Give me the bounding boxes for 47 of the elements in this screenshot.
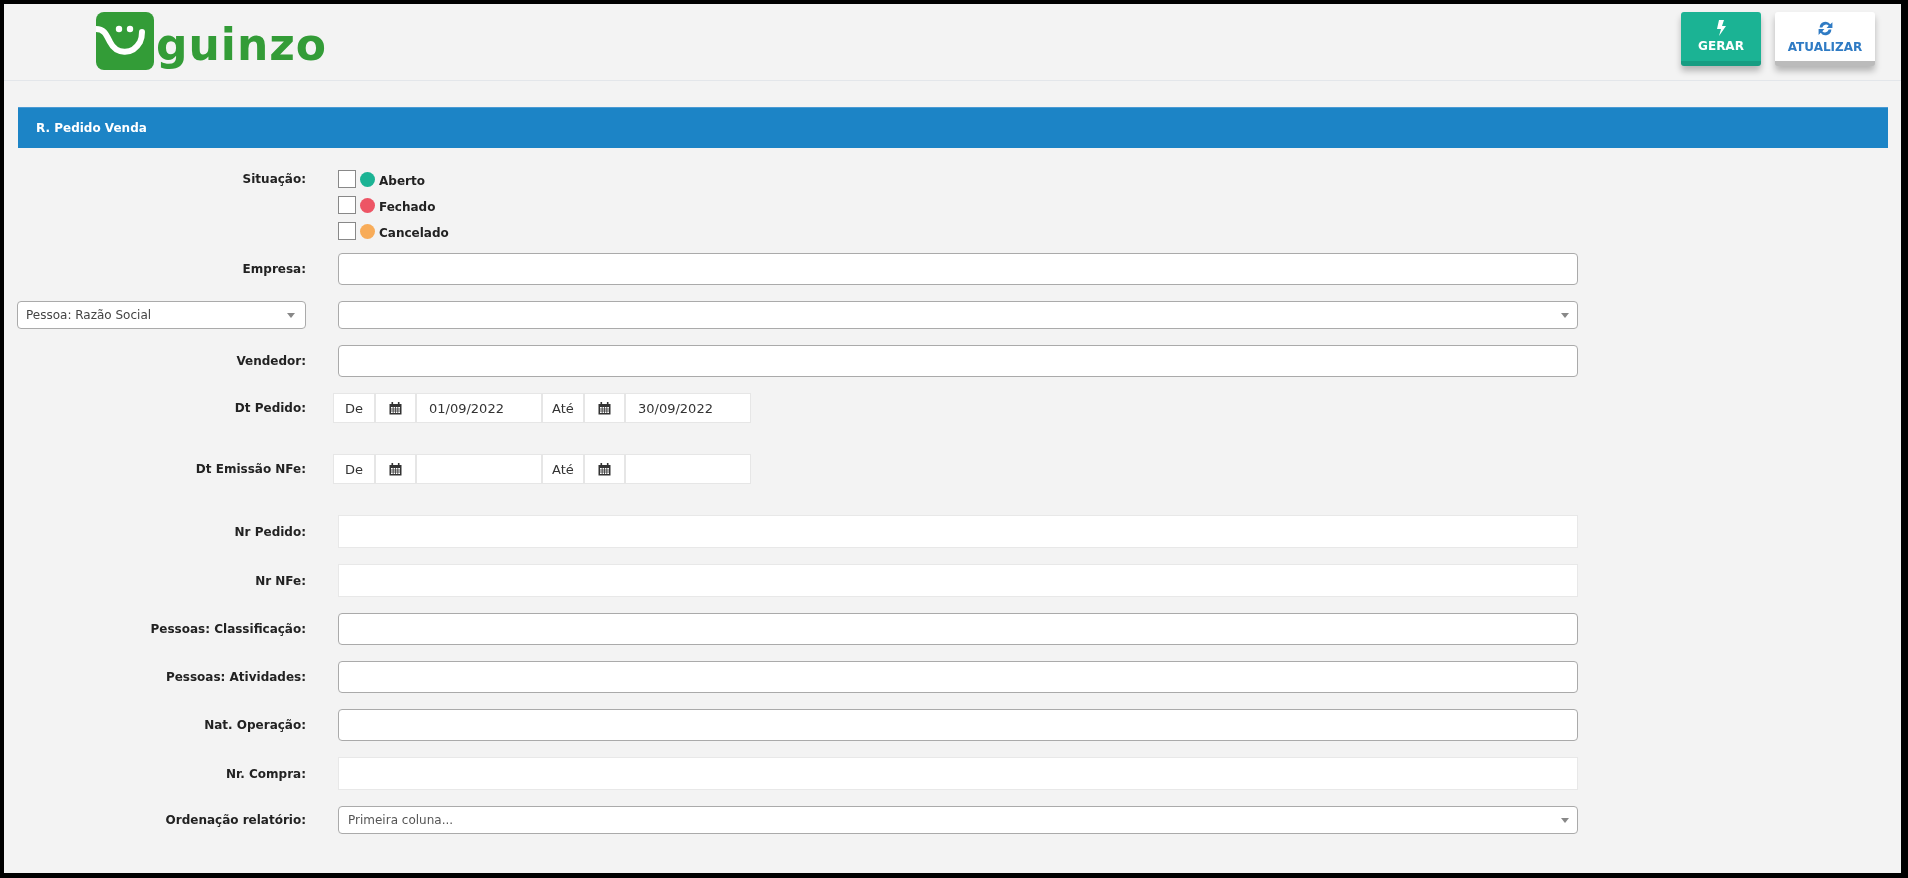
range-end-label: Até (542, 393, 584, 423)
date-field[interactable] (416, 454, 542, 484)
checkbox[interactable] (338, 196, 356, 214)
field-label: Situação: (242, 172, 306, 186)
caret-icon (1561, 817, 1569, 823)
field-label: Nr. Compra: (226, 766, 306, 781)
dropdown-field[interactable]: Primeira coluna... (338, 806, 1578, 834)
calendar-icon[interactable] (598, 462, 611, 476)
panel-title: R. Pedido Venda (36, 121, 147, 135)
refresh-button[interactable]: ATUALIZAR (1775, 12, 1875, 66)
field-label: Empresa: (242, 262, 306, 276)
field-label: Vendedor: (236, 354, 306, 368)
field-label: Nr NFe: (255, 573, 306, 588)
date-field[interactable]: 30/09/2022 (625, 393, 751, 423)
input-field[interactable] (338, 613, 1578, 645)
input-field[interactable] (338, 709, 1578, 741)
refresh-icon (1816, 19, 1834, 37)
range-end-label: Até (542, 454, 584, 484)
lightning-icon (1716, 20, 1726, 36)
field-label: Nr Pedido: (234, 524, 306, 539)
caret-icon (287, 312, 295, 318)
field-label: Dt Pedido: (234, 401, 306, 415)
smile-logo-icon (96, 12, 154, 70)
logo-text: guinzo (156, 20, 328, 70)
field-label: Pessoas: Atividades: (165, 670, 306, 684)
checkbox[interactable] (338, 222, 356, 240)
calendar-icon[interactable] (389, 401, 402, 415)
field-label: Ordenação relatório: (165, 813, 306, 827)
input-field[interactable] (338, 661, 1578, 693)
checkbox[interactable] (338, 170, 356, 188)
option-label: Cancelado (379, 225, 449, 240)
caret-icon (1561, 312, 1569, 318)
date-field[interactable] (625, 454, 751, 484)
dropdown-field[interactable] (338, 301, 1578, 329)
calendar-icon[interactable] (598, 401, 611, 415)
field-label: Dt Emissão NFe: (195, 462, 306, 476)
field-type-dropdown[interactable]: Pessoa: Razão Social (17, 301, 306, 329)
input-field[interactable] (338, 253, 1578, 285)
field-label: Pessoas: Classificação: (150, 622, 306, 636)
input-field[interactable] (338, 345, 1578, 377)
option-label: Aberto (379, 173, 425, 188)
date-field[interactable]: 01/09/2022 (416, 393, 542, 423)
option-label: Fechado (379, 199, 436, 214)
calendar-icon[interactable] (389, 462, 402, 476)
range-start-label: De (333, 393, 375, 423)
range-start-label: De (333, 454, 375, 484)
field-label: Nat. Operação: (204, 718, 306, 732)
